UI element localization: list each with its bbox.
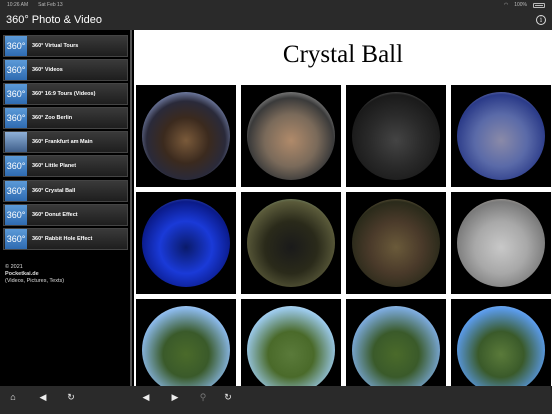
- crystal-ball-thumbnail[interactable]: [241, 85, 341, 187]
- 360-icon: 360°: [5, 180, 27, 201]
- sidebar-item-label: 360° Donut Effect: [32, 211, 78, 218]
- crystal-ball-thumbnail[interactable]: [136, 85, 236, 187]
- sidebar: 360° 360° Virtual Tours 360° 360° Videos 3…: [0, 30, 132, 386]
- back-icon[interactable]: ◀: [139, 392, 153, 403]
- page-title: Crystal Ball: [282, 41, 404, 68]
- 360-icon: 360°: [5, 108, 27, 129]
- sidebar-item-label: 360° Videos: [32, 67, 63, 74]
- sidebar-item-label: 360° Frankfurt am Main: [32, 139, 93, 146]
- crystal-ball-thumbnail[interactable]: [241, 192, 341, 294]
- content-area: Crystal Ball: [134, 30, 552, 386]
- battery-icon: [533, 2, 545, 8]
- forward-icon[interactable]: ▶: [168, 392, 182, 403]
- crystal-ball-thumbnail[interactable]: [451, 299, 551, 386]
- battery-percent: 100%: [514, 2, 527, 8]
- 360-icon: 360°: [5, 228, 27, 249]
- 360-icon: 360°: [5, 84, 27, 105]
- wifi-icon: ◠: [503, 2, 509, 8]
- sidebar-item-16-9-tours[interactable]: 360° 360° 16:9 Tours (Videos): [3, 83, 128, 106]
- status-time: 10:26 AM: [7, 2, 29, 8]
- sidebar-item-label: 360° Little Planet: [32, 163, 77, 170]
- crystal-ball-thumbnail[interactable]: [346, 299, 446, 386]
- sidebar-item-label: 360° 16:9 Tours (Videos): [32, 91, 96, 98]
- nav-bar: 360° Photo & Video i: [0, 10, 552, 30]
- crystal-ball-thumbnail[interactable]: [136, 192, 236, 294]
- crystal-ball-thumbnail[interactable]: [451, 85, 551, 187]
- reload-icon[interactable]: ↻: [221, 392, 235, 403]
- sidebar-item-label: 360° Zoo Berlin: [32, 115, 73, 122]
- photo-icon: [5, 132, 27, 153]
- app-title: 360° Photo & Video: [6, 14, 102, 26]
- home-icon[interactable]: ⌂: [6, 392, 20, 402]
- crystal-ball-thumbnail[interactable]: [346, 85, 446, 187]
- sidebar-item-zoo-berlin[interactable]: 360° 360° Zoo Berlin: [3, 107, 128, 130]
- copyright-year: © 2021: [5, 264, 23, 270]
- sidebar-item-label: 360° Virtual Tours: [32, 43, 79, 49]
- crystal-ball-thumbnail[interactable]: [451, 192, 551, 294]
- sidebar-item-crystal-ball[interactable]: 360° 360° Crystal Ball: [3, 179, 128, 202]
- bottom-toolbar: ⌂ ◀ ↻ ◀ ▶ ⚲ ↻: [0, 386, 552, 414]
- copyright-site[interactable]: Pocketkai.de: [5, 271, 64, 278]
- sidebar-menu: 360° 360° Virtual Tours 360° 360° Videos 3…: [0, 30, 130, 250]
- 360-icon: 360°: [5, 36, 27, 56]
- sidebar-item-label: 360° Crystal Ball: [32, 187, 76, 194]
- sidebar-item-videos[interactable]: 360° 360° Videos: [3, 59, 128, 82]
- sidebar-item-little-planet[interactable]: 360° 360° Little Planet: [3, 155, 128, 178]
- sidebar-item-virtual-tours[interactable]: 360° 360° Virtual Tours: [3, 35, 128, 57]
- search-icon[interactable]: ⚲: [196, 392, 210, 403]
- 360-icon: 360°: [5, 60, 27, 81]
- crystal-ball-thumbnail[interactable]: [241, 299, 341, 386]
- crystal-ball-thumbnail[interactable]: [136, 299, 236, 386]
- sidebar-item-label: 360° Rabbit Hole Effect: [32, 235, 93, 242]
- copyright-scope: (Videos, Pictures, Texts): [5, 278, 65, 284]
- status-bar: 10:26 AM Sat Feb 13 ◠ 100%: [0, 0, 552, 10]
- sidebar-item-rabbit-hole[interactable]: 360° 360° Rabbit Hole Effect: [3, 227, 128, 250]
- sidebar-back-icon[interactable]: ◀: [36, 392, 50, 403]
- 360-icon: 360°: [5, 204, 27, 225]
- status-date: Sat Feb 13: [38, 2, 63, 8]
- info-icon[interactable]: i: [536, 15, 546, 25]
- copyright: © 2021 Pocketkai.de (Videos, Pictures, T…: [5, 264, 64, 285]
- sidebar-item-frankfurt[interactable]: 360° Frankfurt am Main: [3, 131, 128, 154]
- 360-icon: 360°: [5, 156, 27, 177]
- sidebar-item-donut-effect[interactable]: 360° 360° Donut Effect: [3, 203, 128, 226]
- crystal-ball-thumbnail[interactable]: [346, 192, 446, 294]
- sidebar-reload-icon[interactable]: ↻: [64, 392, 78, 403]
